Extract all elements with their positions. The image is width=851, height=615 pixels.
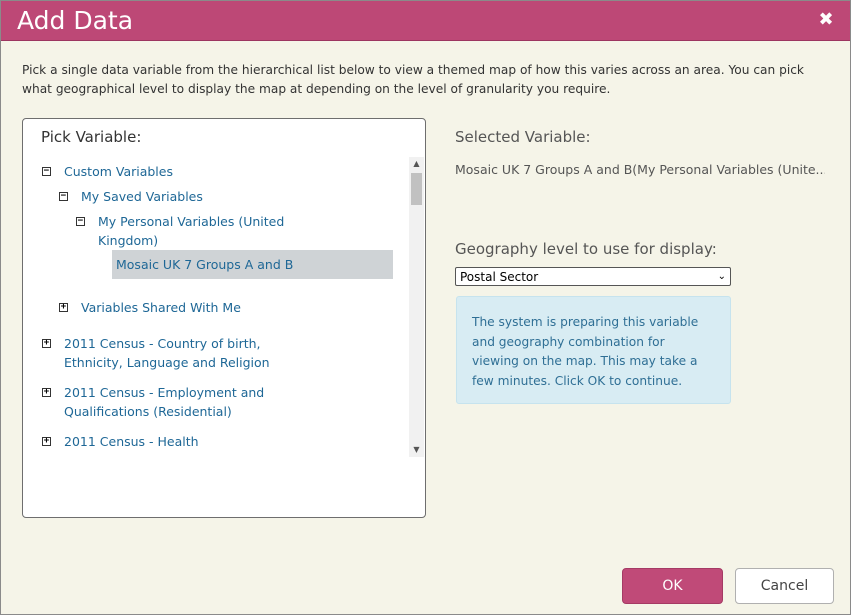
close-icon[interactable]: ✖ (816, 10, 836, 30)
tree-node-census-health[interactable]: 2011 Census - Health (64, 432, 199, 451)
add-data-dialog: Add Data ✖ Pick a single data variable f… (0, 0, 851, 615)
variable-tree[interactable]: Custom Variables My Saved Variables My P… (23, 157, 425, 457)
intro-text: Pick a single data variable from the hie… (22, 63, 804, 96)
selected-variable-label: Selected Variable: (455, 128, 591, 146)
collapse-icon[interactable] (42, 167, 51, 176)
tree-node-my-saved-variables[interactable]: My Saved Variables (81, 187, 203, 206)
expand-icon[interactable] (59, 303, 68, 312)
expand-icon[interactable] (42, 388, 51, 397)
tree-node-census-country-of-birth[interactable]: 2011 Census - Country of birth, Ethnicit… (64, 334, 294, 372)
collapse-icon[interactable] (76, 217, 85, 226)
expand-icon[interactable] (42, 437, 51, 446)
scroll-thumb[interactable] (411, 173, 422, 205)
tree-node-custom-variables[interactable]: Custom Variables (64, 162, 173, 181)
geography-level-label: Geography level to use for display: (455, 240, 717, 258)
tree-scrollbar[interactable]: ▲ ▼ (409, 157, 424, 457)
ok-button[interactable]: OK (622, 568, 723, 604)
tree-node-selected-variable[interactable]: Mosaic UK 7 Groups A and B (112, 250, 393, 279)
tree-node-variables-shared[interactable]: Variables Shared With Me (81, 298, 241, 317)
variable-tree-panel: Pick Variable: Custom Variables My Saved… (22, 118, 426, 518)
cancel-button[interactable]: Cancel (735, 568, 834, 604)
pick-variable-heading: Pick Variable: (41, 128, 142, 146)
selected-variable-value: Mosaic UK 7 Groups A and B(My Personal V… (455, 162, 825, 177)
tree-node-census-employment[interactable]: 2011 Census - Employment and Qualificati… (64, 383, 294, 421)
chevron-down-icon: ⌄ (717, 271, 726, 282)
dialog-titlebar: Add Data ✖ (1, 1, 850, 41)
scroll-up-icon[interactable]: ▲ (409, 157, 424, 171)
expand-icon[interactable] (42, 339, 51, 348)
dialog-title: Add Data (17, 6, 134, 35)
collapse-icon[interactable] (59, 192, 68, 201)
tree-node-my-personal-variables[interactable]: My Personal Variables (United Kingdom) (98, 212, 298, 250)
scroll-down-icon[interactable]: ▼ (409, 443, 424, 457)
geography-selected-option: Postal Sector (460, 270, 539, 284)
info-message: The system is preparing this variable an… (456, 296, 731, 404)
geography-level-select[interactable]: Postal Sector ⌄ (455, 267, 731, 286)
